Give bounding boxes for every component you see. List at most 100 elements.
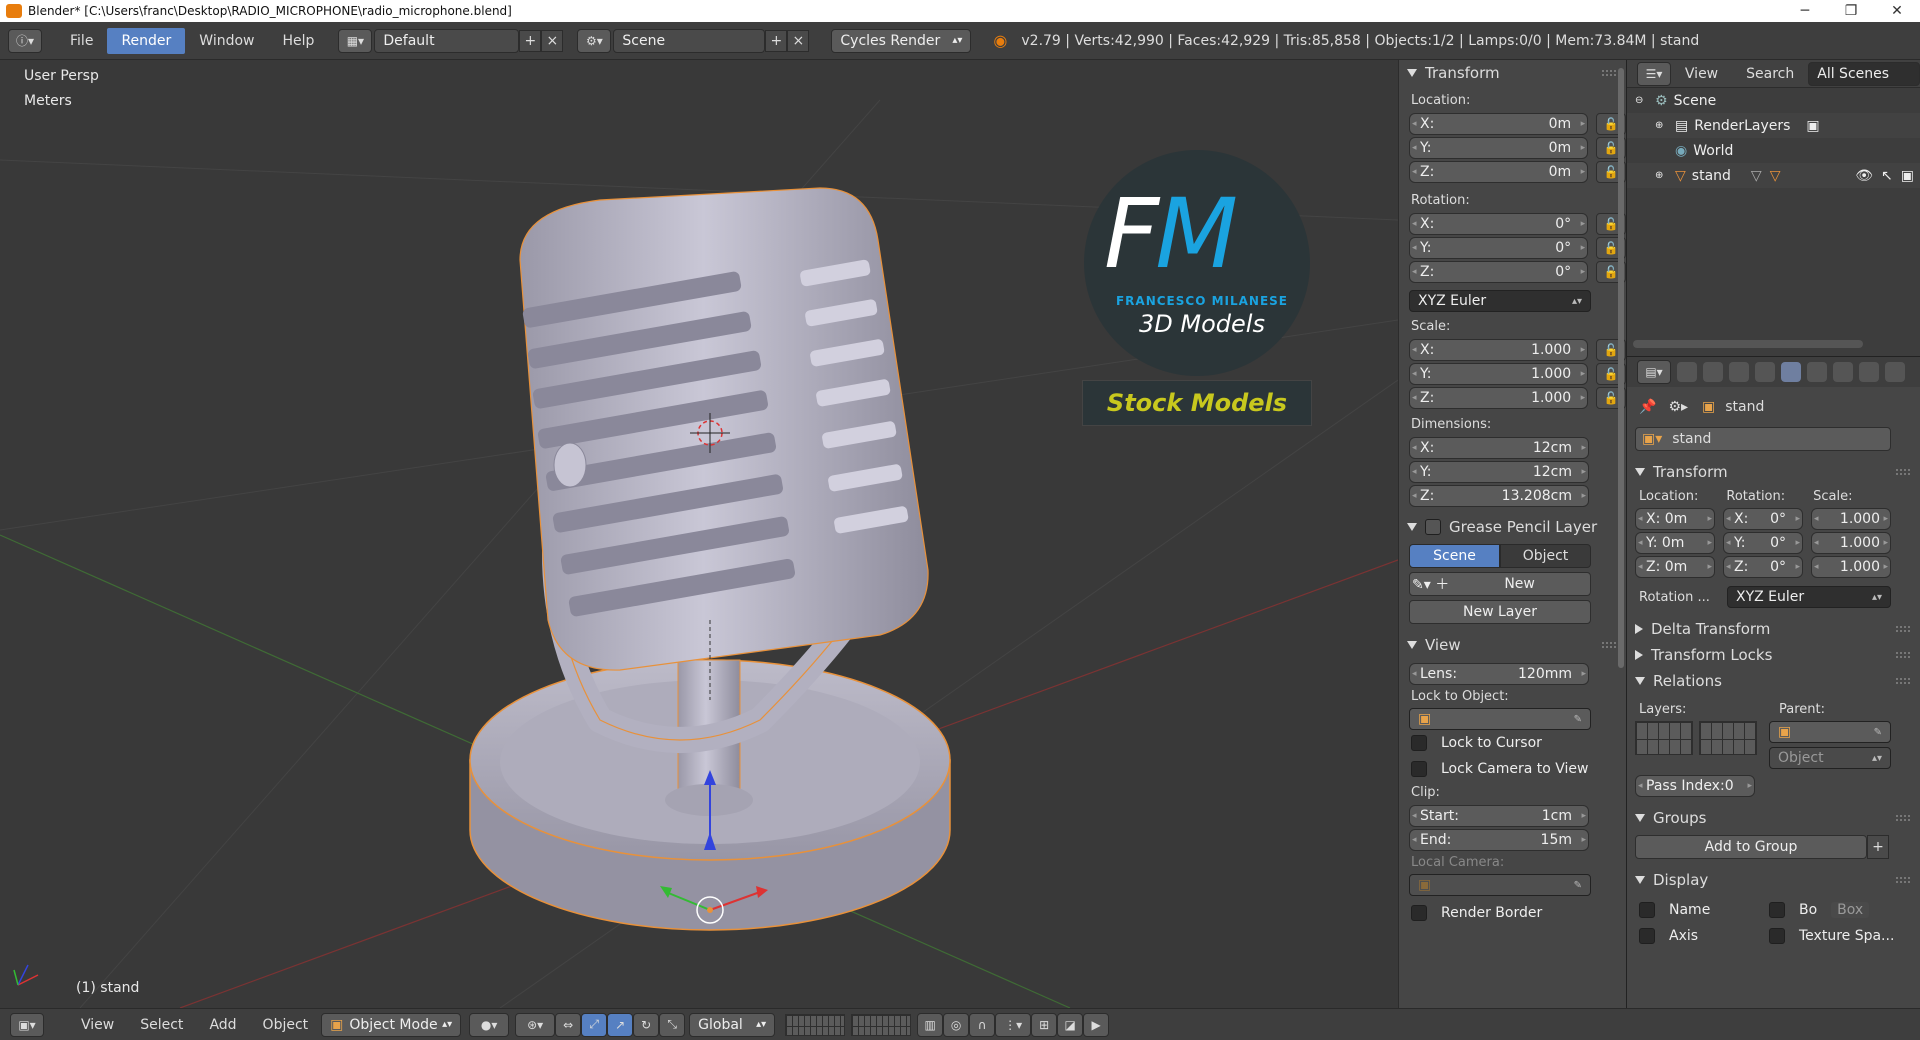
transform-section-header[interactable]: Transform [1399,60,1626,86]
menu-select[interactable]: Select [127,1012,196,1038]
outliner-editor-icon[interactable]: ☰▾ [1637,61,1671,86]
renderlayers-tab-icon[interactable] [1703,362,1723,382]
menu-help[interactable]: Help [268,28,328,54]
snap-element-icon[interactable]: ⋮▾ [995,1012,1032,1037]
props-rotation-mode-select[interactable]: XYZ Euler ▴▾ [1727,586,1891,608]
props-transform-header[interactable]: Transform [1627,459,1920,485]
dimension-z-field[interactable]: Z:13.208cm [1409,485,1589,507]
render-animation-icon[interactable]: ▶ [1083,1012,1110,1037]
editor-type-info-icon[interactable]: ⓘ▾ [8,28,42,53]
view-section-header[interactable]: View [1399,632,1626,658]
grease-object-toggle[interactable]: Object [1500,544,1591,568]
props-scale-z[interactable]: 1.000 [1811,556,1891,578]
scene-layers-b[interactable] [851,1013,912,1036]
scale-x-field[interactable]: X:1.000 [1409,339,1589,361]
local-camera-field[interactable]: ▣ ✎ [1409,874,1591,896]
props-loc-x[interactable]: X: 0m [1635,508,1715,530]
dimension-x-field[interactable]: X:12cm [1409,437,1589,459]
constraints-tab-icon[interactable] [1807,362,1827,382]
lock-to-cursor-row[interactable]: Lock to Cursor [1411,730,1626,756]
rotation-z-field[interactable]: Z:0° [1409,261,1589,283]
lock-layers-icon[interactable]: ▥ [917,1012,944,1037]
props-rot-x[interactable]: X:0° [1723,508,1803,530]
rotation-y-field[interactable]: Y:0° [1409,237,1589,259]
material-tab-icon[interactable] [1885,362,1905,382]
bounds-type-select[interactable]: Box [1831,902,1870,918]
scene-field[interactable]: Scene [613,28,766,53]
menu-add[interactable]: Add [196,1012,249,1038]
manipulator-toggle-icon[interactable]: ⤢ [581,1012,608,1037]
menu-view[interactable]: View [68,1012,127,1038]
outliner-row-scene[interactable]: ⊖ ⚙ Scene [1627,88,1920,113]
rotate-icon[interactable]: ↻ [633,1012,660,1037]
layers-grid-a[interactable] [1635,721,1693,755]
display-header[interactable]: Display [1627,867,1920,893]
lens-field[interactable]: Lens:120mm [1409,663,1589,685]
rotation-x-field[interactable]: X:0° [1409,213,1589,235]
world-tab-icon[interactable] [1755,362,1775,382]
rotation-mode-select[interactable]: XYZ Euler ▴▾ [1409,290,1591,312]
3d-viewport[interactable]: User Persp Meters (1) stand FM FRANCESCO… [0,60,1398,1008]
outliner-h-scrollbar[interactable] [1633,340,1863,348]
menu-file[interactable]: File [56,28,107,54]
transform-orientation-select[interactable]: Global ▴▾ [689,1012,776,1037]
scene-layers-a[interactable] [785,1013,846,1036]
outliner-view-menu[interactable]: View [1671,61,1732,87]
grease-pencil-section-header[interactable]: Grease Pencil Layer [1399,514,1626,540]
menu-window[interactable]: Window [185,28,268,54]
translate-icon[interactable]: ↗ [607,1012,634,1037]
outliner-filter-select[interactable]: All Scenes [1808,61,1920,86]
render-preview-icon[interactable]: ◪ [1057,1012,1084,1037]
menu-render[interactable]: Render [107,27,186,54]
object-mode-select[interactable]: ▣ Object Mode ▴▾ [321,1012,462,1037]
pass-index-field[interactable]: Pass Index:0 [1635,775,1755,797]
props-loc-z[interactable]: Z: 0m [1635,556,1715,578]
data-tab-icon[interactable] [1859,362,1879,382]
minimize-button[interactable]: ─ [1782,3,1828,19]
grease-scene-toggle[interactable]: Scene [1409,544,1500,568]
object-tab-icon[interactable] [1781,362,1801,382]
pin-icon[interactable]: 📌 [1639,399,1656,415]
display-axis-row[interactable]: Axis Texture Spa... [1639,923,1920,949]
viewport-shading-icon[interactable]: ●▾ [469,1012,510,1037]
grease-pencil-checkbox[interactable] [1425,519,1441,535]
npanel-scrollbar[interactable] [1618,68,1624,668]
location-z-field[interactable]: Z:0m [1409,161,1589,183]
parent-field[interactable]: ▣ ✎ [1769,721,1891,743]
lock-to-cursor-checkbox[interactable] [1411,735,1427,751]
props-scale-x[interactable]: 1.000 [1811,508,1891,530]
layers-grid-b[interactable] [1699,721,1757,755]
render-border-checkbox[interactable] [1411,905,1427,921]
pivot-point-icon[interactable]: ⊛▾ [515,1012,556,1037]
transform-locks-header[interactable]: Transform Locks [1627,642,1920,668]
props-rot-y[interactable]: Y:0° [1723,532,1803,554]
delta-transform-header[interactable]: Delta Transform [1627,616,1920,642]
relations-header[interactable]: Relations [1627,668,1920,694]
screen-layout-field[interactable]: Default [374,28,520,53]
display-name-row[interactable]: Name Bo Box [1639,897,1920,923]
snap-icon[interactable]: ∩ [969,1012,996,1037]
maximize-button[interactable]: ❐ [1828,3,1874,19]
editor-type-3dview-icon[interactable]: ▣▾ [10,1012,44,1037]
grease-new-button[interactable]: ✎▾ ＋ New [1409,572,1591,596]
render-border-row[interactable]: Render Border [1411,900,1626,926]
location-y-field[interactable]: Y:0m [1409,137,1589,159]
scale-z-field[interactable]: Z:1.000 [1409,387,1589,409]
outliner-row-renderlayers[interactable]: ⊕ ▤ RenderLayers ▣ [1627,113,1920,138]
outliner-row-stand[interactable]: ⊕ ▽ stand ▽ ▽ 👁 ↖ ▣ [1627,163,1920,188]
remove-layout-icon[interactable]: × [541,29,564,52]
close-button[interactable]: ✕ [1874,3,1920,19]
lock-camera-row[interactable]: Lock Camera to View [1411,756,1626,782]
props-loc-y[interactable]: Y: 0m [1635,532,1715,554]
add-to-group-button[interactable]: Add to Group [1635,835,1867,859]
outliner-row-world[interactable]: ◉ World [1627,138,1920,163]
object-name-field[interactable]: ▣▾ stand [1635,427,1891,451]
outliner-search-menu[interactable]: Search [1732,61,1808,87]
display-bounds-checkbox[interactable] [1769,902,1785,918]
manipulator-only-icon[interactable]: ⇔ [555,1012,582,1037]
lock-object-field[interactable]: ▣ ✎ [1409,708,1591,730]
scale-y-field[interactable]: Y:1.000 [1409,363,1589,385]
add-group-icon[interactable]: + [1867,835,1889,859]
scene-tab-icon[interactable] [1729,362,1749,382]
dimension-y-field[interactable]: Y:12cm [1409,461,1589,483]
